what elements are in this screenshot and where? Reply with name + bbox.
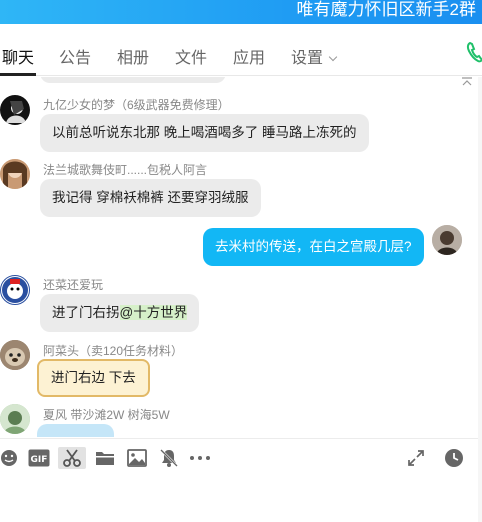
expand-icon[interactable] (405, 447, 427, 469)
folder-icon[interactable] (94, 447, 116, 469)
previous-message-bubble (40, 77, 226, 83)
tab-bar: 聊天 公告 相册 文件 应用 设置 (0, 24, 482, 76)
phone-icon[interactable] (466, 41, 482, 63)
more-icon[interactable] (188, 447, 212, 469)
tab-announcement[interactable]: 公告 (59, 44, 91, 68)
avatar[interactable] (0, 340, 30, 370)
input-toolbar: GIF (0, 438, 482, 478)
message-bubble[interactable]: 进了门右拐@十方世界 (40, 294, 200, 332)
avatar[interactable] (0, 159, 30, 189)
avatar[interactable] (0, 275, 30, 305)
window-title: 唯有魔力怀旧区新手2群 (296, 0, 476, 19)
message-bubble[interactable] (37, 424, 114, 437)
gif-label: GIF (31, 455, 48, 465)
tab-settings[interactable]: 设置 (291, 44, 338, 68)
message-bubble[interactable]: 以前总听说东北那 晚上喝酒喝多了 睡马路上冻死的 (40, 114, 369, 152)
sender-name: 阿菜头（卖120任务材料） (43, 344, 184, 358)
emoji-icon[interactable] (0, 447, 18, 469)
tab-apps[interactable]: 应用 (233, 44, 265, 68)
scroll-to-top-icon[interactable] (461, 77, 473, 87)
history-clock-icon[interactable] (443, 447, 465, 469)
scissors-icon[interactable] (58, 447, 86, 469)
tab-files[interactable]: 文件 (175, 44, 207, 68)
sender-name: 九亿少女的梦（6级武器免费修理） (43, 98, 230, 112)
tab-settings-label: 设置 (291, 50, 324, 67)
sender-name: 夏风 带沙滩2W 树海5W (43, 408, 170, 422)
title-bar: 唯有魔力怀旧区新手2群 (0, 0, 482, 24)
message-bubble[interactable]: 我记得 穿棉袄棉裤 还要穿羽绒服 (40, 179, 261, 217)
self-message-bubble[interactable]: 去米村的传送，在白之宫殿几层? (203, 228, 424, 266)
message-text: 进了门右拐 (52, 305, 120, 320)
tab-album[interactable]: 相册 (117, 44, 149, 68)
image-icon[interactable] (126, 447, 148, 469)
scrollbar[interactable] (478, 77, 482, 522)
message-input[interactable] (0, 478, 482, 522)
active-tab-underline (0, 73, 36, 76)
self-avatar[interactable] (432, 225, 462, 255)
mute-bell-icon[interactable] (158, 447, 180, 469)
mention-tag[interactable]: @十方世界 (119, 305, 188, 320)
sender-name: 还菜还爱玩 (43, 278, 104, 292)
tab-chat[interactable]: 聊天 (2, 44, 34, 68)
avatar[interactable] (0, 95, 30, 125)
avatar[interactable] (0, 404, 30, 434)
message-bubble[interactable]: 进门右边 下去 (37, 359, 150, 397)
chat-message-list[interactable]: 九亿少女的梦（6级武器免费修理） 以前总听说东北那 晚上喝酒喝多了 睡马路上冻死… (0, 77, 482, 437)
chevron-down-icon (328, 52, 338, 62)
sender-name: 法兰城歌舞伎町......包税人阿言 (43, 163, 208, 177)
gif-icon[interactable]: GIF (28, 447, 50, 469)
